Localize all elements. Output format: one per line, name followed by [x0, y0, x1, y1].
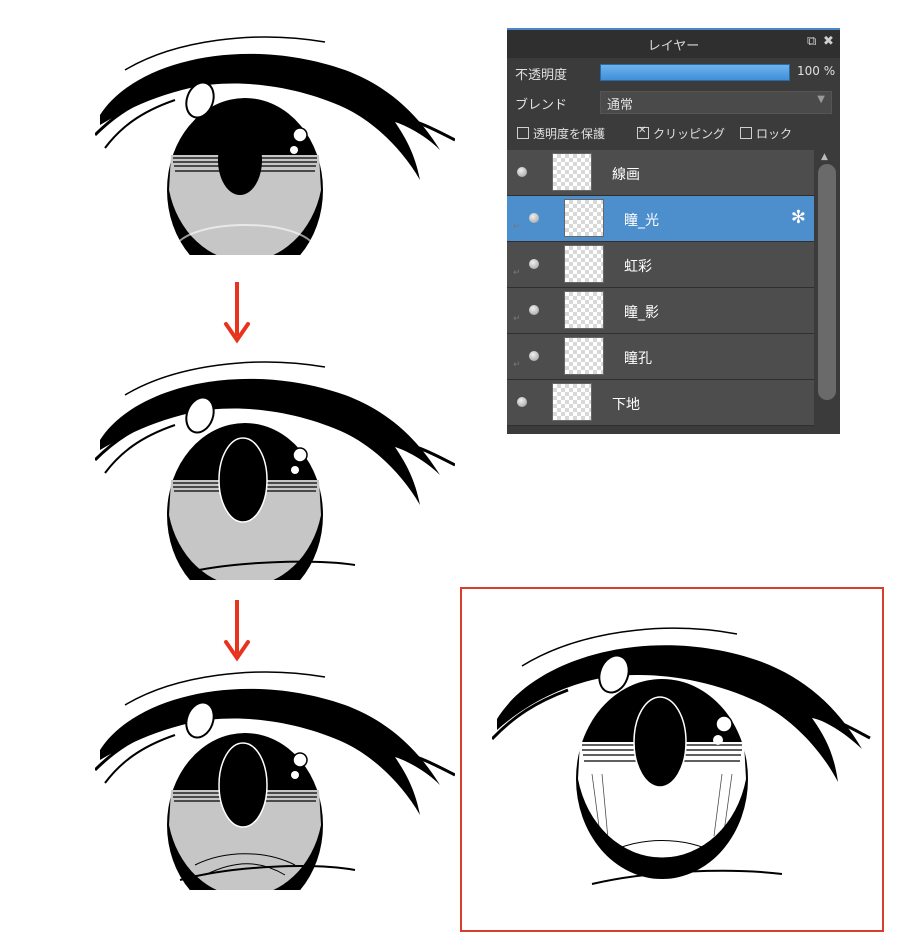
- layer-name: 虹彩: [624, 259, 652, 275]
- layer-thumbnail: [564, 245, 604, 283]
- layer-thumbnail: [564, 291, 604, 329]
- blend-row: ブレンド 通常 ▼: [507, 88, 840, 116]
- eye-illustration-step-1: [95, 35, 455, 255]
- protect-alpha-checkbox[interactable]: 透明度を保護: [517, 125, 605, 142]
- layer-row[interactable]: ↵ 瞳_光 ✻: [507, 196, 814, 242]
- layer-list: 線画 ↵ 瞳_光 ✻ ↵ 虹彩 ↵ 瞳_影 ↵ 瞳孔 下地: [507, 150, 814, 434]
- clipping-indicator-icon: ↵: [513, 268, 521, 278]
- checkbox-icon: [517, 127, 529, 139]
- visibility-toggle-icon[interactable]: [529, 259, 539, 269]
- layer-row[interactable]: ↵ 瞳_影: [507, 288, 814, 334]
- layer-name: 下地: [612, 397, 640, 413]
- clipping-indicator-icon: ↵: [513, 360, 521, 370]
- scroll-up-icon[interactable]: ▲: [821, 152, 828, 162]
- eye-illustration-final: [492, 627, 871, 885]
- visibility-toggle-icon[interactable]: [517, 167, 527, 177]
- protect-alpha-label: 透明度を保護: [533, 127, 606, 141]
- clipping-label: クリッピング: [653, 127, 726, 141]
- opacity-label: 不透明度: [515, 68, 568, 83]
- down-arrow-icon: [224, 600, 250, 662]
- layer-thumbnail: [564, 199, 604, 237]
- blend-mode-select[interactable]: 通常 ▼: [600, 91, 832, 114]
- lock-label: ロック: [756, 127, 793, 141]
- layer-options-row: 透明度を保護 クリッピング ロック: [507, 122, 840, 146]
- eye-illustration-step-3: [95, 670, 455, 890]
- panel-title: レイヤー: [647, 39, 700, 54]
- clipping-indicator-icon: ↵: [513, 222, 521, 232]
- blend-label: ブレンド: [515, 98, 568, 113]
- layer-row[interactable]: 線画: [507, 150, 814, 196]
- layer-name: 瞳_影: [624, 305, 659, 321]
- opacity-row: 不透明度 100 %: [507, 58, 840, 86]
- down-arrow-icon: [224, 282, 250, 344]
- visibility-toggle-icon[interactable]: [529, 213, 539, 223]
- layer-row[interactable]: ↵ 虹彩: [507, 242, 814, 288]
- checkbox-icon: [740, 127, 752, 139]
- layer-row[interactable]: ↵ 瞳孔: [507, 334, 814, 380]
- layer-panel: レイヤー ⧉ ✖ 不透明度 100 % ブレンド 通常 ▼ 透明度を保護 クリッ…: [507, 28, 840, 434]
- lock-checkbox[interactable]: ロック: [740, 125, 792, 142]
- layer-row[interactable]: 下地: [507, 380, 814, 426]
- scrollbar-thumb[interactable]: [818, 164, 836, 400]
- gear-icon[interactable]: ✻: [791, 207, 806, 228]
- panel-title-bar: レイヤー ⧉ ✖: [507, 30, 840, 58]
- clipping-indicator-icon: ↵: [513, 314, 521, 324]
- blend-mode-value: 通常: [607, 98, 634, 113]
- eye-illustration-step-2: [95, 360, 455, 580]
- opacity-slider[interactable]: [600, 64, 790, 81]
- clipping-checkbox[interactable]: クリッピング: [637, 125, 725, 142]
- layer-name: 瞳_光: [624, 213, 659, 229]
- detach-icon[interactable]: ⧉: [807, 34, 816, 49]
- close-icon[interactable]: ✖: [823, 34, 834, 49]
- layer-thumbnail: [552, 383, 592, 421]
- visibility-toggle-icon[interactable]: [529, 351, 539, 361]
- checkbox-checked-icon: [637, 125, 649, 139]
- visibility-toggle-icon[interactable]: [517, 397, 527, 407]
- layer-thumbnail: [552, 153, 592, 191]
- layer-list-scrollbar[interactable]: ▲: [816, 150, 838, 434]
- layer-name: 線画: [612, 167, 640, 183]
- visibility-toggle-icon[interactable]: [529, 305, 539, 315]
- opacity-value: 100 %: [797, 64, 836, 78]
- chevron-down-icon: ▼: [817, 94, 825, 105]
- result-frame: [460, 587, 884, 932]
- layer-thumbnail: [564, 337, 604, 375]
- layer-name: 瞳孔: [624, 351, 652, 367]
